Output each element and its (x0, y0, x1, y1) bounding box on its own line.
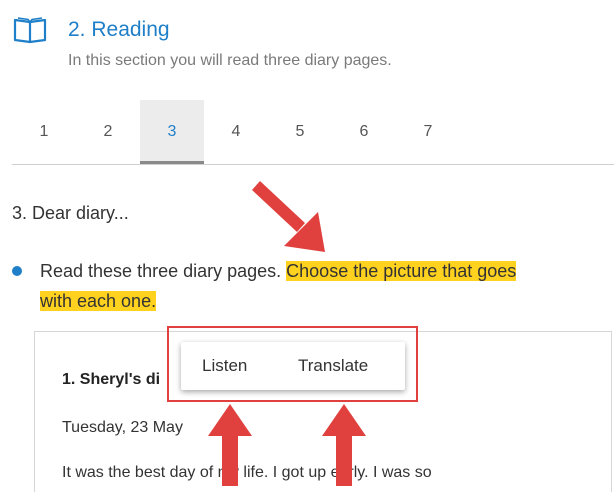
diary-heading: 1. Sheryl's di (62, 371, 161, 388)
instruction-plain: Read these three diary pages. (40, 261, 287, 281)
section-subtitle: In this section you will read three diar… (68, 52, 392, 69)
tab-5[interactable]: 5 (268, 100, 332, 164)
instruction-highlight-continued[interactable]: with each one. (40, 291, 157, 311)
section-title: 2. Reading (68, 18, 170, 41)
tab-3[interactable]: 3 (140, 100, 204, 164)
page-tabs: 1 2 3 4 5 6 7 (12, 100, 614, 165)
annotation-frame (167, 326, 418, 402)
arrow-to-highlight-icon (252, 181, 325, 252)
tab-7[interactable]: 7 (396, 100, 460, 164)
open-book-icon (13, 17, 47, 44)
item-title: 3. Dear diary... (12, 203, 129, 223)
instruction-text: Read these three diary pages. Choose the… (40, 256, 612, 316)
tab-2[interactable]: 2 (76, 100, 140, 164)
tab-4[interactable]: 4 (204, 100, 268, 164)
bullet-dot (12, 266, 22, 276)
diary-date: Tuesday, 23 May (62, 419, 183, 436)
instruction-highlight[interactable]: Choose the picture that goes (286, 261, 517, 281)
tab-1[interactable]: 1 (12, 100, 76, 164)
tab-6[interactable]: 6 (332, 100, 396, 164)
diary-text: It was the best day of my life. I got up… (62, 464, 432, 481)
